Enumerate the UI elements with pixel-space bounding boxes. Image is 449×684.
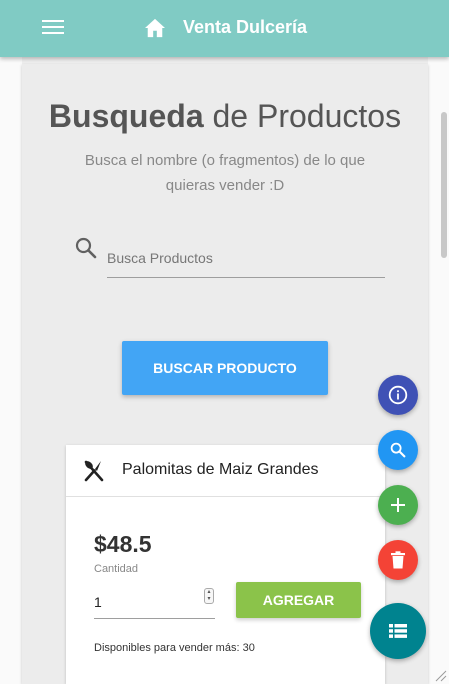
search-icon	[75, 237, 97, 259]
app-title: Venta Dulcería	[183, 17, 308, 37]
utensils-icon	[84, 460, 104, 482]
page-subtitle: Busca el nombre (o fragmentos) de lo que…	[84, 152, 366, 194]
quantity-label: Cantidad	[94, 563, 139, 575]
add-button[interactable]: AGREGAR	[236, 582, 361, 618]
list-icon	[389, 624, 407, 638]
product-price: $48.5	[94, 531, 152, 557]
trash-icon	[391, 551, 405, 569]
search-icon	[390, 442, 406, 458]
page-title: Busqueda de Productos	[0, 98, 449, 135]
delete-fab[interactable]	[378, 540, 418, 580]
info-fab[interactable]	[378, 375, 418, 415]
search-product-button[interactable]: BUSCAR PRODUCTO	[122, 341, 328, 395]
quantity-input[interactable]	[94, 585, 215, 619]
plus-icon	[391, 498, 405, 512]
app-bar: Venta Dulcería	[0, 0, 449, 57]
product-card: Palomitas de Maiz Grandes $48.5 Cantidad…	[66, 445, 385, 684]
page-title-bold: Busqueda	[48, 98, 204, 134]
resize-grip-icon[interactable]	[433, 668, 447, 682]
search-input[interactable]	[107, 238, 385, 278]
search-fab[interactable]	[378, 430, 418, 470]
list-fab[interactable]	[370, 603, 426, 659]
page-title-rest: de Productos	[203, 98, 402, 134]
product-name: Palomitas de Maiz Grandes	[122, 461, 319, 478]
add-fab[interactable]	[378, 485, 418, 525]
home-icon[interactable]	[144, 18, 166, 38]
info-icon	[388, 385, 408, 405]
menu-icon[interactable]	[42, 20, 64, 38]
available-stock: Disponibles para vender más: 30	[94, 642, 255, 654]
product-card-header: Palomitas de Maiz Grandes	[66, 445, 385, 497]
quantity-stepper[interactable]: ▴ ▾	[204, 588, 214, 604]
left-margin	[0, 57, 22, 684]
